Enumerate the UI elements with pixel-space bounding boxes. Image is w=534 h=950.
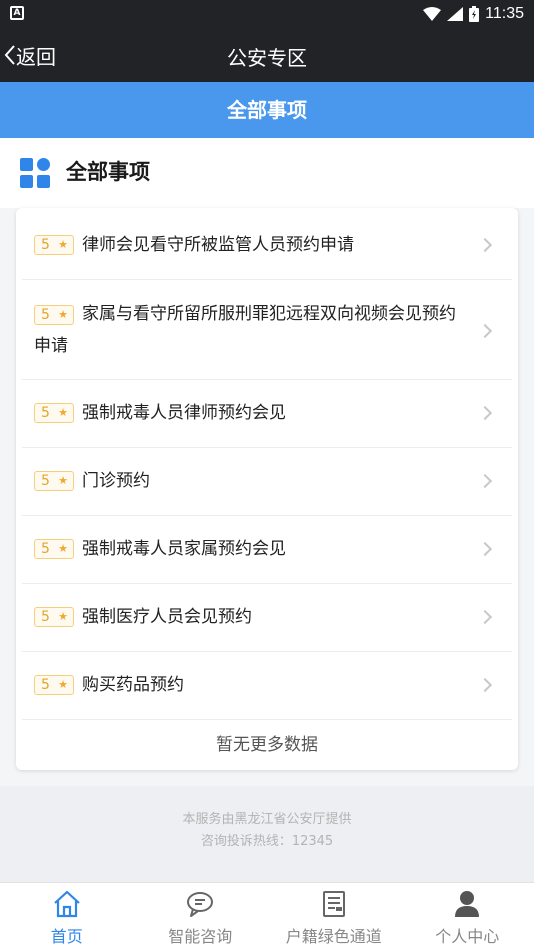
star-icon: ★ <box>58 406 68 419</box>
rating-badge: 5 ★ <box>34 675 74 695</box>
star-icon: ★ <box>58 238 68 251</box>
chevron-right-icon <box>477 405 493 421</box>
chevron-right-icon <box>477 677 493 693</box>
service-footer: 本服务由黑龙江省公安厅提供 咨询投诉热线：12345 <box>0 786 534 882</box>
bottom-tab-bar: 首页 智能咨询 户籍绿色通道 个人中心 <box>0 882 534 950</box>
tab-smart-consult[interactable]: 智能咨询 <box>134 883 268 950</box>
tab-personal-center[interactable]: 个人中心 <box>401 883 534 950</box>
status-bar: A 11:35 <box>0 0 534 28</box>
items-card: 5 ★ 律师会见看守所被监管人员预约申请 5 ★ 家属与看守所留所服刑罪犯远程双向视… <box>16 208 518 770</box>
item-label: 门诊预约 <box>82 471 150 491</box>
tab-label: 户籍绿色通道 <box>285 927 382 946</box>
no-more-data-text: 暂无更多数据 <box>216 735 318 755</box>
list-item[interactable]: 5 ★ 强制戒毒人员家属预约会见 <box>22 516 512 584</box>
chevron-right-icon <box>477 323 493 339</box>
section-title: 全部事项 <box>66 160 150 184</box>
home-icon <box>54 890 80 918</box>
page-title: 公安专区 <box>227 46 307 70</box>
item-label: 强制戒毒人员家属预约会见 <box>82 539 286 559</box>
signal-icon <box>447 7 464 21</box>
rating-value: 5 <box>41 609 50 625</box>
rating-value: 5 <box>41 473 50 489</box>
grid-apps-icon <box>20 158 50 188</box>
list-item[interactable]: 5 ★ 强制医疗人员会见预约 <box>22 584 512 652</box>
rating-badge: 5 ★ <box>34 235 74 255</box>
rating-badge: 5 ★ <box>34 471 74 491</box>
list-item[interactable]: 5 ★ 门诊预约 <box>22 448 512 516</box>
item-label: 律师会见看守所被监管人员预约申请 <box>82 235 354 255</box>
wifi-icon <box>423 7 442 21</box>
status-icons: 11:35 <box>423 4 524 24</box>
list-item[interactable]: 5 ★ 强制戒毒人员律师预约会见 <box>22 380 512 448</box>
notification-icon: A <box>10 6 24 20</box>
battery-icon <box>469 6 480 22</box>
chevron-right-icon <box>477 473 493 489</box>
section-header: 全部事项 <box>0 138 534 208</box>
list-item[interactable]: 5 ★ 购买药品预约 <box>22 652 512 720</box>
tab-home[interactable]: 首页 <box>0 883 134 950</box>
nav-bar: 返回 公安专区 <box>0 28 534 82</box>
item-label: 强制医疗人员会见预约 <box>82 607 252 627</box>
rating-badge: 5 ★ <box>34 403 74 423</box>
provider-text: 本服务由黑龙江省公安厅提供 <box>182 812 352 827</box>
item-label: 购买药品预约 <box>82 675 184 695</box>
chevron-right-icon <box>477 609 493 625</box>
document-icon <box>322 891 345 917</box>
rating-value: 5 <box>41 237 50 253</box>
clock: 11:35 <box>485 5 524 22</box>
hotline-text: 咨询投诉热线：12345 <box>200 834 334 849</box>
chevron-right-icon <box>477 237 493 253</box>
list-item[interactable]: 5 ★ 家属与看守所留所服刑罪犯远程双向视频会见预约申请 <box>22 280 512 380</box>
star-icon: ★ <box>58 678 68 691</box>
tab-label: 首页 <box>50 927 83 946</box>
rating-badge: 5 ★ <box>34 607 74 627</box>
rating-value: 5 <box>41 541 50 557</box>
item-label: 强制戒毒人员律师预约会见 <box>82 403 286 423</box>
rating-value: 5 <box>41 405 50 421</box>
rating-value: 5 <box>41 677 50 693</box>
star-icon: ★ <box>58 474 68 487</box>
category-banner: 全部事项 <box>0 82 534 138</box>
tab-label: 智能咨询 <box>168 927 233 946</box>
tab-label: 个人中心 <box>435 927 500 946</box>
item-label: 家属与看守所留所服刑罪犯远程双向视频会见预约申请 <box>34 304 456 356</box>
chevron-right-icon <box>477 541 493 557</box>
rating-badge: 5 ★ <box>34 539 74 559</box>
tab-household-registration[interactable]: 户籍绿色通道 <box>267 883 401 950</box>
list-item[interactable]: 5 ★ 律师会见看守所被监管人员预约申请 <box>22 208 512 280</box>
chat-icon <box>187 892 214 917</box>
user-icon <box>455 891 480 917</box>
star-icon: ★ <box>58 542 68 555</box>
star-icon: ★ <box>58 610 68 623</box>
